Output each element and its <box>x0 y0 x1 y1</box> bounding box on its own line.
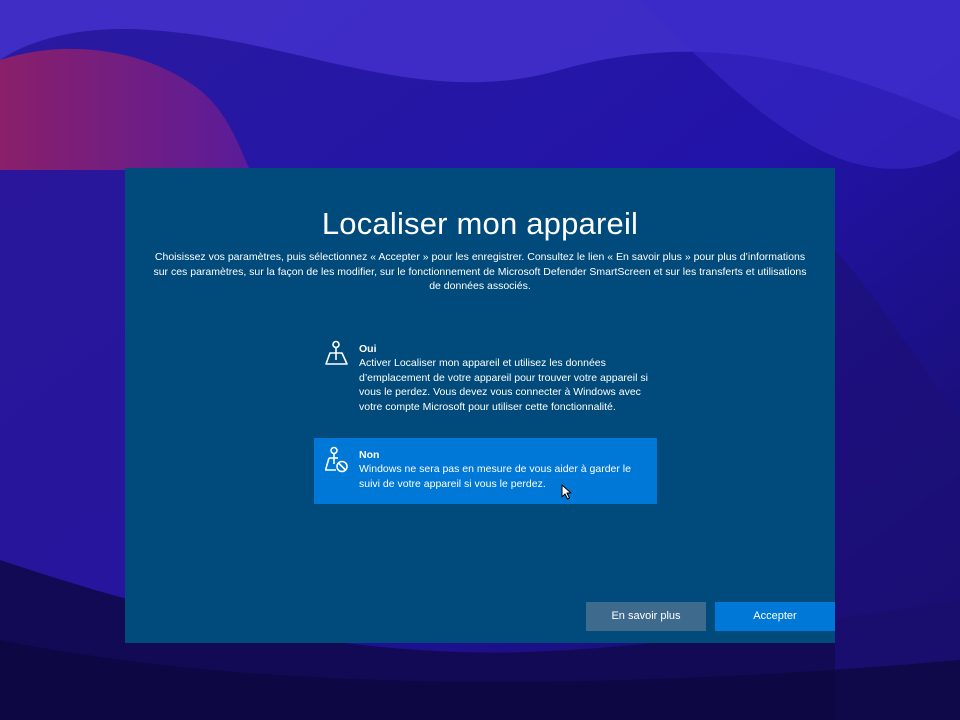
option-no-label: Non <box>359 449 380 461</box>
learn-more-button[interactable]: En savoir plus <box>586 602 706 631</box>
option-yes-description: Activer Localiser mon appareil et utilis… <box>359 357 648 413</box>
option-yes-label: Oui <box>359 343 377 355</box>
mouse-pointer-icon <box>561 484 573 500</box>
option-no-description: Windows ne sera pas en mesure de vous ai… <box>359 463 631 490</box>
accept-button[interactable]: Accepter <box>715 602 835 631</box>
setup-dialog: Localiser mon appareil Choisissez vos pa… <box>125 168 835 643</box>
option-no[interactable]: Non Windows ne sera pas en mesure de vou… <box>314 438 657 504</box>
page-description: Choisissez vos paramètres, puis sélectio… <box>153 251 807 292</box>
map-pin-icon <box>325 340 349 368</box>
option-yes[interactable]: Oui Activer Localiser mon appareil et ut… <box>314 332 657 432</box>
map-pin-blocked-icon <box>324 446 349 474</box>
page-title: Localiser mon appareil <box>321 206 639 241</box>
